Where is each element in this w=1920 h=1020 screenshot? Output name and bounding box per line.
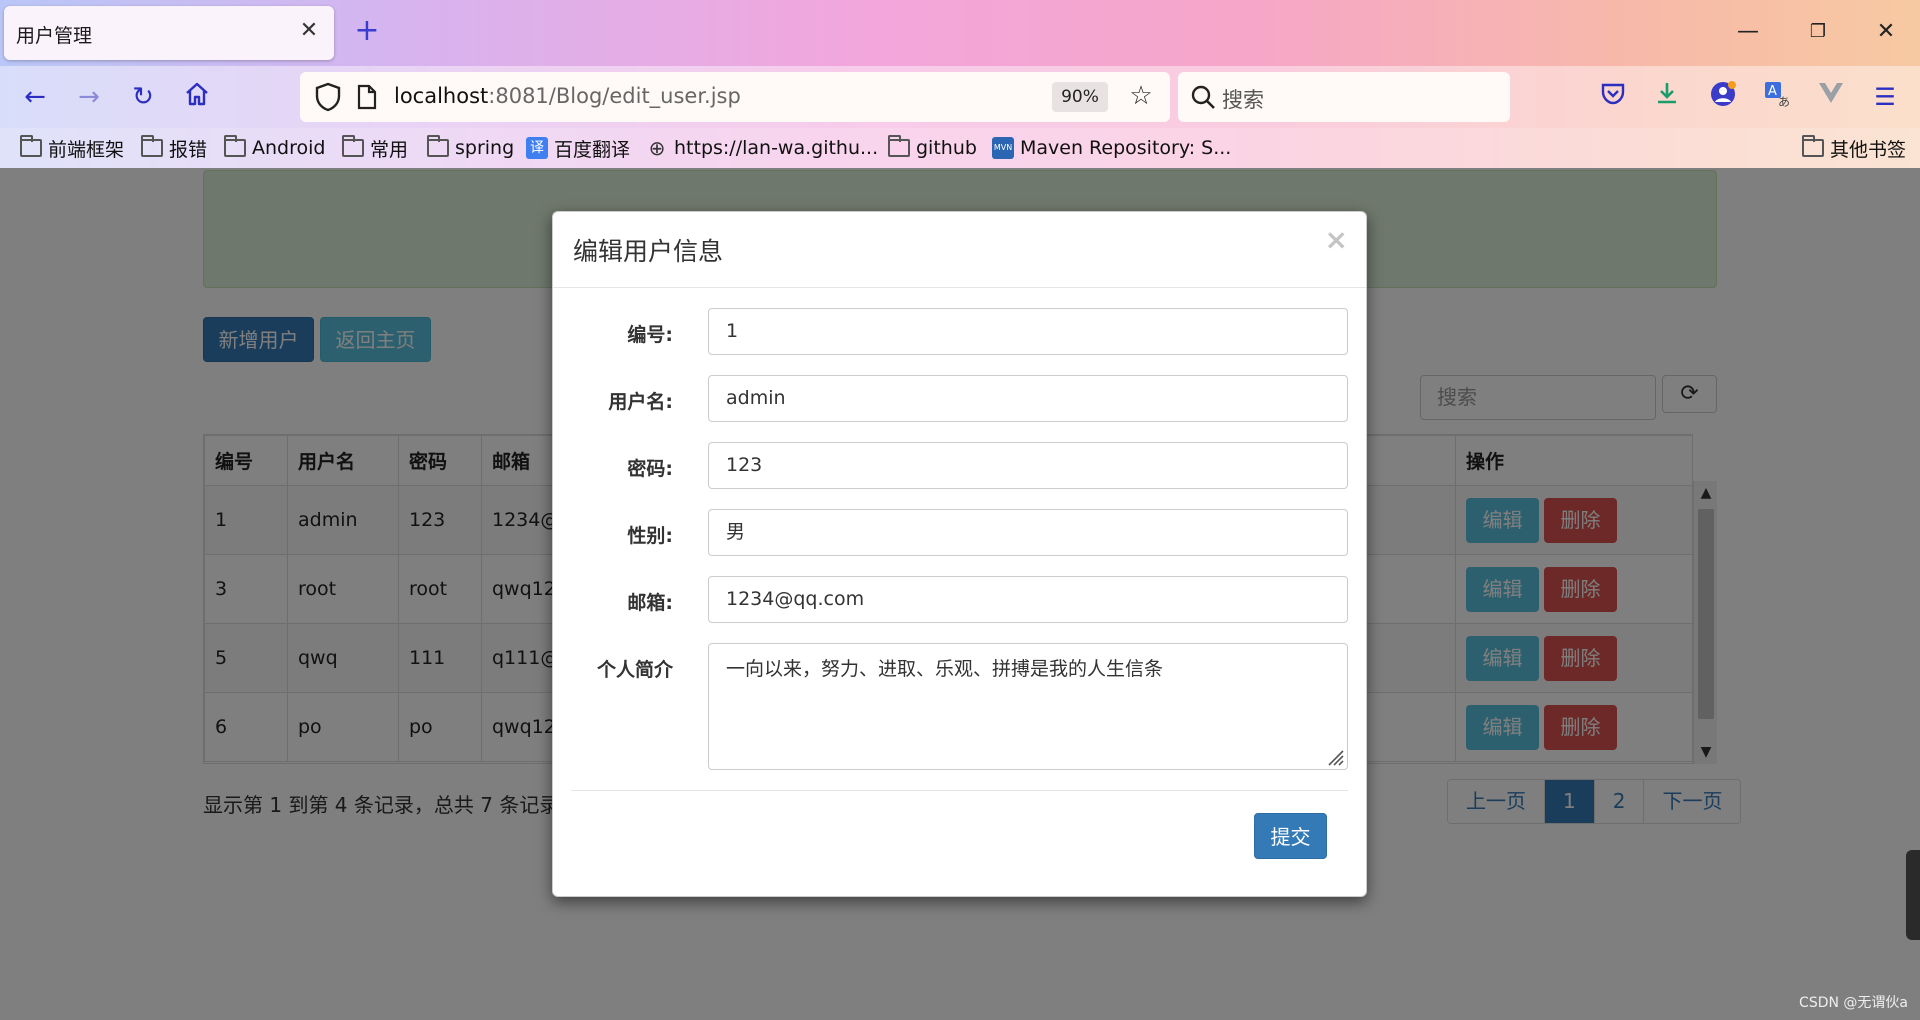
url-host: localhost bbox=[394, 84, 489, 108]
new-tab-icon[interactable]: + bbox=[352, 14, 382, 48]
form-row-id: 编号: 1 bbox=[553, 308, 1366, 356]
minimize-icon[interactable]: — bbox=[1726, 12, 1770, 52]
restore-icon[interactable]: ❐ bbox=[1796, 12, 1840, 52]
field-label: 用户名: bbox=[608, 391, 673, 413]
bookmark-item[interactable]: MVN Maven Repository: S... bbox=[992, 134, 1231, 162]
url-text[interactable]: localhost:8081/Blog/edit_user.jsp bbox=[394, 84, 741, 108]
folder-icon bbox=[342, 135, 364, 157]
folder-icon bbox=[141, 135, 163, 157]
tab-strip: 用户管理 ✕ + — ❐ ✕ bbox=[0, 0, 1920, 66]
account-icon[interactable] bbox=[1706, 80, 1740, 114]
form-row-gender: 性别: 男 bbox=[553, 509, 1366, 557]
password-input[interactable]: 123 bbox=[708, 442, 1348, 489]
field-label: 密码: bbox=[627, 458, 673, 480]
menu-icon[interactable]: ☰ bbox=[1868, 80, 1902, 114]
svg-text:あ: あ bbox=[1778, 95, 1790, 108]
intro-text: 一向以来，努力、进取、乐观、拼搏是我的人生信条 bbox=[726, 658, 1164, 680]
bookmark-item[interactable]: 常用 bbox=[342, 134, 408, 162]
page-icon bbox=[356, 84, 378, 110]
gender-input[interactable]: 男 bbox=[708, 509, 1348, 556]
tab-close-icon[interactable]: ✕ bbox=[294, 16, 324, 46]
intro-textarea[interactable]: 一向以来，努力、进取、乐观、拼搏是我的人生信条 bbox=[708, 643, 1348, 770]
other-bookmarks[interactable]: 其他书签 bbox=[1802, 134, 1906, 162]
form-row-password: 密码: 123 bbox=[553, 442, 1366, 490]
zoom-level[interactable]: 90% bbox=[1052, 82, 1108, 112]
id-input[interactable]: 1 bbox=[708, 308, 1348, 355]
modal-header: 编辑用户信息 × bbox=[553, 212, 1366, 288]
form-row-intro: 个人简介 一向以来，努力、进取、乐观、拼搏是我的人生信条 bbox=[553, 643, 1366, 770]
bookmark-label: 百度翻译 bbox=[554, 138, 631, 161]
bookmarks-bar: 前端框架 报错 Android 常用 spring 译百度翻译 ⊕ https:/… bbox=[0, 128, 1920, 168]
field-label: 编号: bbox=[627, 324, 673, 346]
bookmark-label: https://lan-wa.githu... bbox=[674, 137, 879, 159]
svg-text:A: A bbox=[1768, 84, 1777, 99]
bookmark-label: 报错 bbox=[169, 138, 208, 161]
modal-footer-divider bbox=[571, 790, 1348, 791]
page-content: 新增用户 返回主页 搜索 ⟳ 编号 用户名 密码 邮箱 操作 1 admin bbox=[0, 168, 1920, 1020]
folder-icon bbox=[20, 135, 42, 157]
folder-icon bbox=[888, 135, 910, 157]
maven-icon: MVN bbox=[992, 137, 1014, 159]
bookmark-label: spring bbox=[455, 137, 515, 159]
browser-search-bar[interactable]: 搜索 bbox=[1178, 72, 1510, 122]
close-icon[interactable]: × bbox=[1325, 226, 1348, 254]
bookmark-label: Maven Repository: S... bbox=[1020, 137, 1232, 159]
address-bar[interactable]: localhost:8081/Blog/edit_user.jsp 90% ☆ bbox=[300, 72, 1170, 122]
bookmark-item[interactable]: 前端框架 bbox=[20, 134, 124, 162]
bookmark-item[interactable]: ⊕ https://lan-wa.githu... bbox=[646, 134, 879, 162]
bookmark-label: 常用 bbox=[370, 138, 409, 161]
submit-button[interactable]: 提交 bbox=[1254, 813, 1327, 859]
reload-icon[interactable]: ↻ bbox=[126, 80, 160, 114]
field-label: 个人简介 bbox=[596, 659, 673, 681]
bookmark-item[interactable]: 译百度翻译 bbox=[526, 134, 630, 162]
side-widget bbox=[1906, 850, 1920, 940]
url-path: :8081/Blog/edit_user.jsp bbox=[488, 84, 741, 108]
bookmark-label: 前端框架 bbox=[48, 138, 125, 161]
shield-icon[interactable] bbox=[314, 82, 342, 112]
form-row-email: 邮箱: 1234@qq.com bbox=[553, 576, 1366, 624]
download-icon[interactable] bbox=[1650, 80, 1684, 114]
window-close-icon[interactable]: ✕ bbox=[1864, 12, 1908, 52]
forward-icon[interactable]: → bbox=[72, 80, 106, 114]
tab-title: 用户管理 bbox=[16, 25, 93, 47]
bookmark-item[interactable]: Android bbox=[224, 134, 325, 162]
folder-icon bbox=[224, 135, 246, 157]
username-input[interactable]: admin bbox=[708, 375, 1348, 422]
modal-title: 编辑用户信息 bbox=[573, 237, 724, 266]
bookmark-label: 其他书签 bbox=[1830, 138, 1907, 161]
folder-icon bbox=[1802, 135, 1824, 157]
search-placeholder: 搜索 bbox=[1222, 88, 1264, 112]
globe-icon: ⊕ bbox=[648, 136, 666, 160]
translate-icon: 译 bbox=[526, 137, 548, 159]
bookmark-item[interactable]: github bbox=[888, 134, 977, 162]
browser-chrome: 用户管理 ✕ + — ❐ ✕ ← → ↻ localhost:8081/Blog… bbox=[0, 0, 1920, 168]
field-label: 邮箱: bbox=[627, 592, 673, 614]
home-icon[interactable] bbox=[180, 80, 214, 114]
bookmark-label: Android bbox=[252, 137, 326, 159]
resize-handle-icon[interactable] bbox=[1323, 745, 1345, 767]
navigation-bar: ← → ↻ localhost:8081/Blog/edit_user.jsp … bbox=[0, 66, 1920, 128]
field-label: 性别: bbox=[627, 525, 673, 547]
tab-active[interactable]: 用户管理 ✕ bbox=[4, 6, 334, 60]
form-row-username: 用户名: admin bbox=[553, 375, 1366, 423]
email-input[interactable]: 1234@qq.com bbox=[708, 576, 1348, 623]
bookmark-item[interactable]: spring bbox=[427, 134, 514, 162]
edit-user-modal: 编辑用户信息 × 编号: 1 用户名: admin 密码: 123 性别: 男 … bbox=[552, 211, 1367, 897]
bookmark-star-icon[interactable]: ☆ bbox=[1126, 80, 1156, 112]
translate-extension-icon[interactable]: Aあ bbox=[1760, 80, 1794, 114]
watermark: CSDN @无谓伙a bbox=[1799, 995, 1908, 1011]
bookmark-item[interactable]: 报错 bbox=[141, 134, 207, 162]
pocket-icon[interactable] bbox=[1596, 80, 1630, 114]
bookmark-label: github bbox=[916, 137, 977, 159]
vue-devtools-icon[interactable] bbox=[1814, 80, 1848, 114]
folder-icon bbox=[427, 135, 449, 157]
back-icon[interactable]: ← bbox=[18, 80, 52, 114]
search-icon bbox=[1190, 84, 1216, 110]
